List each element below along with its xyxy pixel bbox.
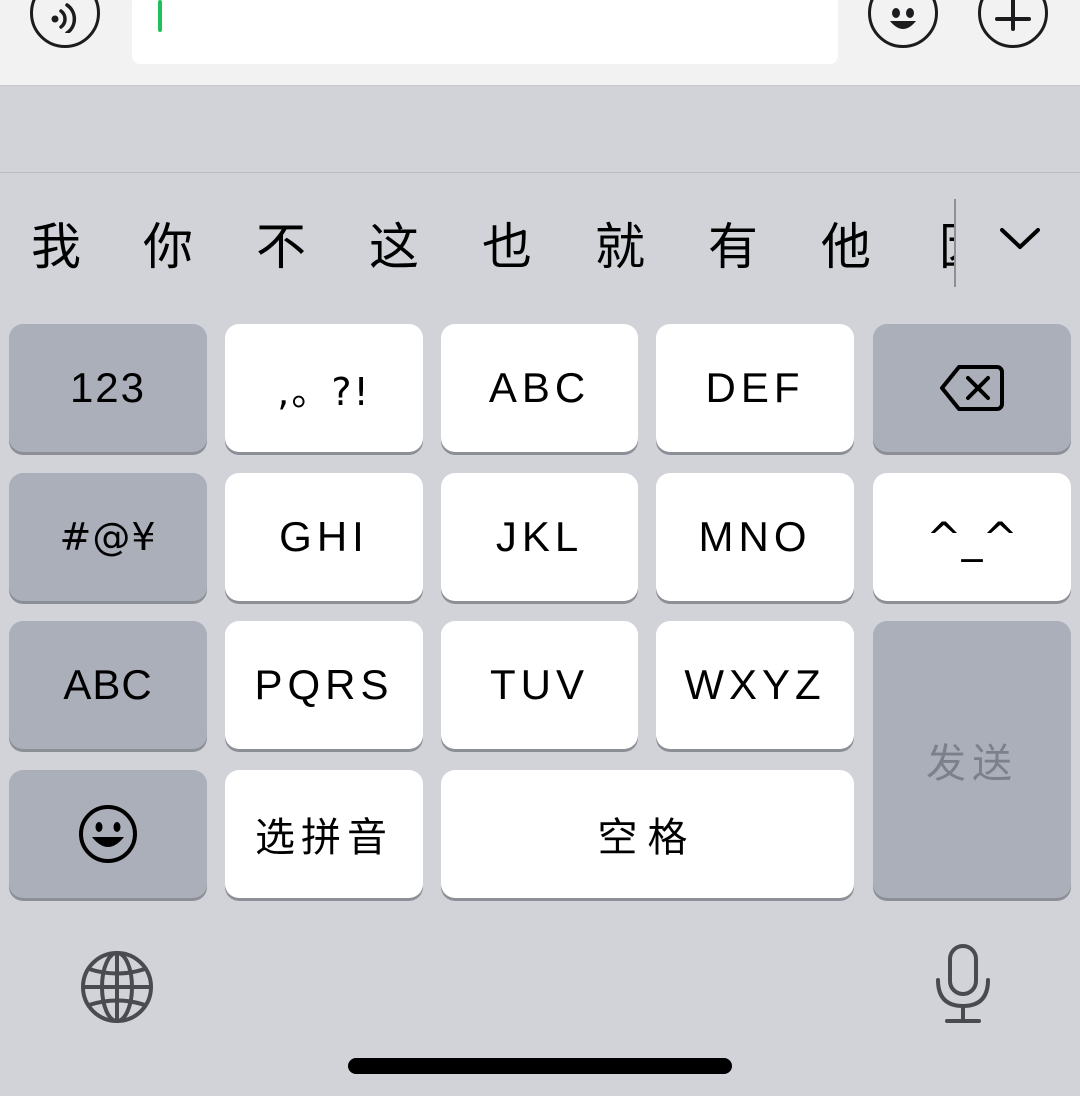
candidate-item[interactable]: 不	[251, 217, 311, 277]
punctuation-key[interactable]: ,。?!	[225, 324, 423, 452]
candidate-item[interactable]: 这	[364, 217, 424, 277]
microphone-icon	[936, 944, 990, 1023]
candidate-item[interactable]: 就	[590, 217, 650, 277]
key-label: #@¥	[59, 515, 157, 559]
key-label: ^_^	[926, 512, 1018, 562]
key-label: ,。?!	[277, 369, 371, 414]
symbols-key[interactable]: #@¥	[9, 473, 207, 601]
emoji-button[interactable]	[868, 0, 938, 48]
message-input[interactable]	[132, 0, 838, 64]
key-label: 发送	[926, 740, 1018, 787]
expand-candidates-button[interactable]	[990, 213, 1050, 263]
candidate-item[interactable]: 也	[477, 217, 537, 277]
key-label: 123	[69, 364, 147, 411]
key-label: 空格	[597, 815, 698, 861]
key-label: ABC	[488, 364, 591, 411]
abc-key[interactable]: ABC	[441, 324, 638, 452]
key-label: MNO	[698, 513, 812, 560]
tuv-key[interactable]: TUV	[441, 621, 638, 749]
ghi-key[interactable]: GHI	[225, 473, 423, 601]
chat-input-bar	[0, 0, 1080, 86]
key-label: PQRS	[254, 661, 394, 708]
space-key[interactable]: 空格	[441, 770, 854, 898]
select-pinyin-key[interactable]: 选拼音	[225, 770, 423, 898]
emoji-key[interactable]	[9, 770, 207, 898]
home-indicator[interactable]	[348, 1058, 732, 1074]
key-label: WXYZ	[684, 661, 826, 708]
key-label: DEF	[705, 364, 805, 411]
def-key[interactable]: DEF	[656, 324, 854, 452]
switch-keyboard-button[interactable]	[78, 948, 156, 1026]
key-label: ABC	[63, 661, 153, 708]
text-caret	[158, 0, 162, 32]
kaomoji-key[interactable]: ^_^	[873, 473, 1071, 601]
mno-key[interactable]: MNO	[656, 473, 854, 601]
jkl-key[interactable]: JKL	[441, 473, 638, 601]
candidate-item[interactable]: 你	[138, 217, 198, 277]
english-mode-key[interactable]: ABC	[9, 621, 207, 749]
chevron-down-icon	[1000, 228, 1040, 249]
plus-icon	[995, 0, 1031, 31]
send-key[interactable]: 发送	[873, 621, 1071, 898]
globe-icon	[81, 951, 153, 1023]
key-label: 选拼音	[255, 815, 393, 861]
smiley-icon	[79, 805, 137, 863]
candidate-item-clipped[interactable]: 因	[934, 217, 956, 277]
smiley-icon	[890, 8, 916, 29]
numbers-key[interactable]: 123	[9, 324, 207, 452]
wxyz-key[interactable]: WXYZ	[656, 621, 854, 749]
candidate-item[interactable]: 他	[816, 217, 876, 277]
candidate-bar: 我 你 不 这 也 就 有 他 因	[0, 172, 1080, 323]
backspace-key[interactable]	[873, 324, 1071, 452]
voice-wave-icon	[51, 3, 77, 33]
dictation-button[interactable]	[930, 942, 996, 1026]
pqrs-key[interactable]: PQRS	[225, 621, 423, 749]
key-label: GHI	[279, 513, 369, 560]
candidate-item[interactable]: 我	[26, 217, 86, 277]
voice-input-button[interactable]	[30, 0, 100, 48]
key-label: TUV	[490, 661, 589, 708]
candidate-item[interactable]: 有	[703, 217, 763, 277]
candidate-divider	[954, 199, 956, 287]
more-button[interactable]	[978, 0, 1048, 48]
backspace-icon	[940, 365, 1004, 411]
candidate-item: 因	[934, 217, 956, 277]
key-label: JKL	[495, 513, 584, 560]
